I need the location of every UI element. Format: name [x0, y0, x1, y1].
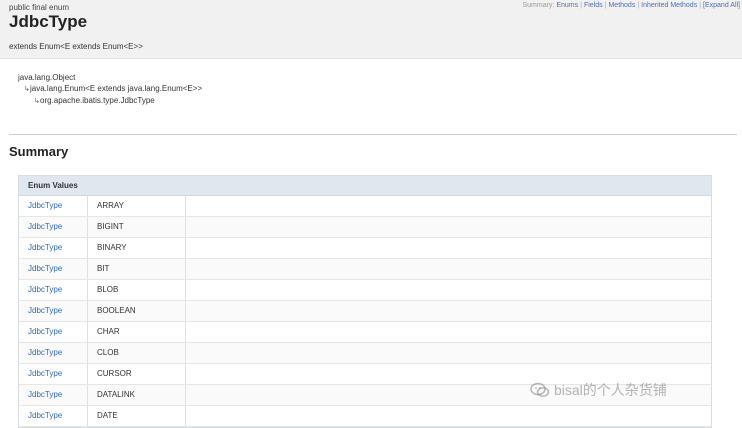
enum-type-link[interactable]: JdbcType [19, 406, 88, 426]
enum-type-link[interactable]: JdbcType [19, 385, 88, 405]
enum-value-name: BINARY [88, 238, 186, 258]
class-header: public final enum JdbcType extends Enum<… [0, 0, 742, 59]
section-divider [9, 134, 737, 135]
enum-type-link[interactable]: JdbcType [19, 364, 88, 384]
subnav-link-fields[interactable]: Fields [584, 2, 603, 9]
subnav-link-enums[interactable]: Enums [556, 2, 578, 9]
enum-value-description [186, 322, 711, 342]
inheritance-class: java.lang.Enum<E extends java.lang.Enum<… [30, 84, 203, 93]
inheritance-level-2: ↳java.lang.Enum<E extends java.lang.Enum… [18, 83, 202, 95]
enum-value-name: BLOB [88, 280, 186, 300]
enum-value-name: ARRAY [88, 196, 186, 216]
subnav-link-expand-all[interactable]: [Expand All] [703, 2, 740, 9]
table-row: JdbcType BOOLEAN [19, 301, 711, 322]
inheritance-level-3: ↳org.apache.ibatis.type.JdbcType [18, 95, 202, 107]
enum-type-link[interactable]: JdbcType [19, 259, 88, 279]
table-row: JdbcType ARRAY [19, 196, 711, 217]
enum-type-link[interactable]: JdbcType [19, 280, 88, 300]
extends-clause: extends Enum<E extends Enum<E>> [9, 42, 143, 51]
enum-value-name: CURSOR [88, 364, 186, 384]
table-row: JdbcType CHAR [19, 322, 711, 343]
enum-value-description [186, 259, 711, 279]
table-row: JdbcType BIGINT [19, 217, 711, 238]
enum-value-name: CLOB [88, 343, 186, 363]
enum-type-link[interactable]: JdbcType [19, 343, 88, 363]
enum-type-link[interactable]: JdbcType [19, 217, 88, 237]
inheritance-class: java.lang.Object [18, 73, 76, 82]
enum-type-link[interactable]: JdbcType [19, 322, 88, 342]
enum-value-description [186, 238, 711, 258]
watermark: bisal的个人杂货铺 [530, 380, 667, 400]
subnav-link-inherited-methods[interactable]: Inherited Methods [641, 2, 697, 9]
inheritance-tree: java.lang.Object ↳java.lang.Enum<E exten… [18, 72, 202, 107]
enum-value-description [186, 301, 711, 321]
wechat-icon [530, 382, 550, 397]
enum-type-link[interactable]: JdbcType [19, 301, 88, 321]
enum-type-link[interactable]: JdbcType [19, 238, 88, 258]
inheritance-level-1: java.lang.Object [18, 72, 202, 83]
enum-value-name: DATALINK [88, 385, 186, 405]
table-row: JdbcType DATE [19, 406, 711, 427]
enum-table-header: Enum Values [19, 176, 711, 196]
watermark-text: bisal的个人杂货铺 [554, 382, 667, 398]
enum-value-name: BIGINT [88, 217, 186, 237]
enum-value-name: CHAR [88, 322, 186, 342]
enum-value-name: DATE [88, 406, 186, 426]
table-row: JdbcType BIT [19, 259, 711, 280]
table-row: JdbcType BLOB [19, 280, 711, 301]
table-row: JdbcType CLOB [19, 343, 711, 364]
class-modifiers: public final enum [9, 3, 70, 12]
inheritance-class: org.apache.ibatis.type.JdbcType [40, 96, 155, 105]
summary-heading: Summary [9, 144, 69, 159]
enum-value-description [186, 196, 711, 216]
enum-type-link[interactable]: JdbcType [19, 196, 88, 216]
summary-subnav: Summary: Enums | Fields | Methods | Inherited … [522, 2, 740, 9]
table-row: JdbcType BINARY [19, 238, 711, 259]
class-title: JdbcType [9, 12, 88, 31]
subnav-link-methods[interactable]: Methods [608, 2, 635, 9]
enum-value-description [186, 280, 711, 300]
enum-value-description [186, 217, 711, 237]
subnav-label: Summary: [522, 2, 555, 9]
enum-value-description [186, 343, 711, 363]
enum-value-description [186, 406, 711, 426]
enum-value-name: BIT [88, 259, 186, 279]
enum-value-name: BOOLEAN [88, 301, 186, 321]
